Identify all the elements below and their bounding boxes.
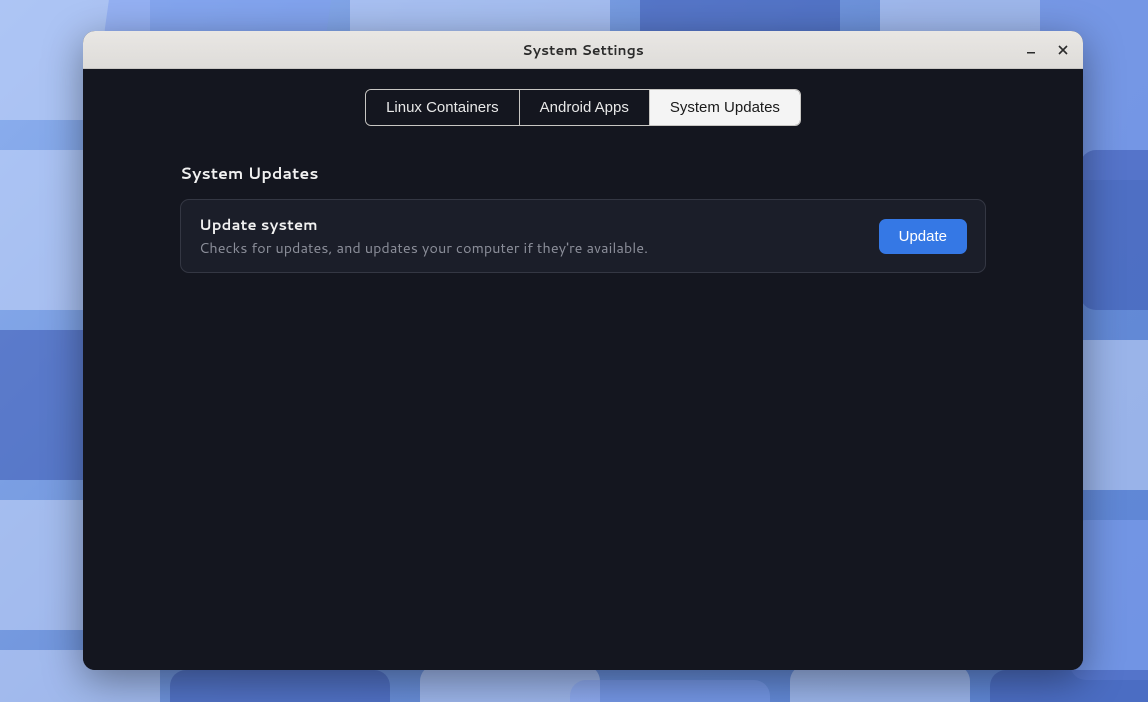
titlebar-controls xyxy=(1017,31,1077,68)
card-text: Update system Checks for updates, and up… xyxy=(199,214,648,258)
update-system-card: Update system Checks for updates, and up… xyxy=(180,199,986,273)
section-heading: System Updates xyxy=(180,162,986,185)
system-updates-section: System Updates Update system Checks for … xyxy=(178,162,988,273)
close-button[interactable] xyxy=(1049,36,1077,64)
tab-android-apps[interactable]: Android Apps xyxy=(520,90,650,125)
update-button[interactable]: Update xyxy=(879,219,967,254)
settings-window: System Settings Linux Containers Android… xyxy=(83,31,1083,670)
window-content: Linux Containers Android Apps System Upd… xyxy=(83,69,1083,670)
window-title: System Settings xyxy=(522,40,644,60)
tab-linux-containers[interactable]: Linux Containers xyxy=(366,90,520,125)
tab-system-updates[interactable]: System Updates xyxy=(650,90,800,125)
minimize-icon xyxy=(1026,45,1036,55)
card-title: Update system xyxy=(199,214,648,235)
minimize-button[interactable] xyxy=(1017,36,1045,64)
card-description: Checks for updates, and updates your com… xyxy=(199,237,648,258)
tab-group: Linux Containers Android Apps System Upd… xyxy=(365,89,801,126)
close-icon xyxy=(1058,45,1068,55)
titlebar[interactable]: System Settings xyxy=(83,31,1083,69)
